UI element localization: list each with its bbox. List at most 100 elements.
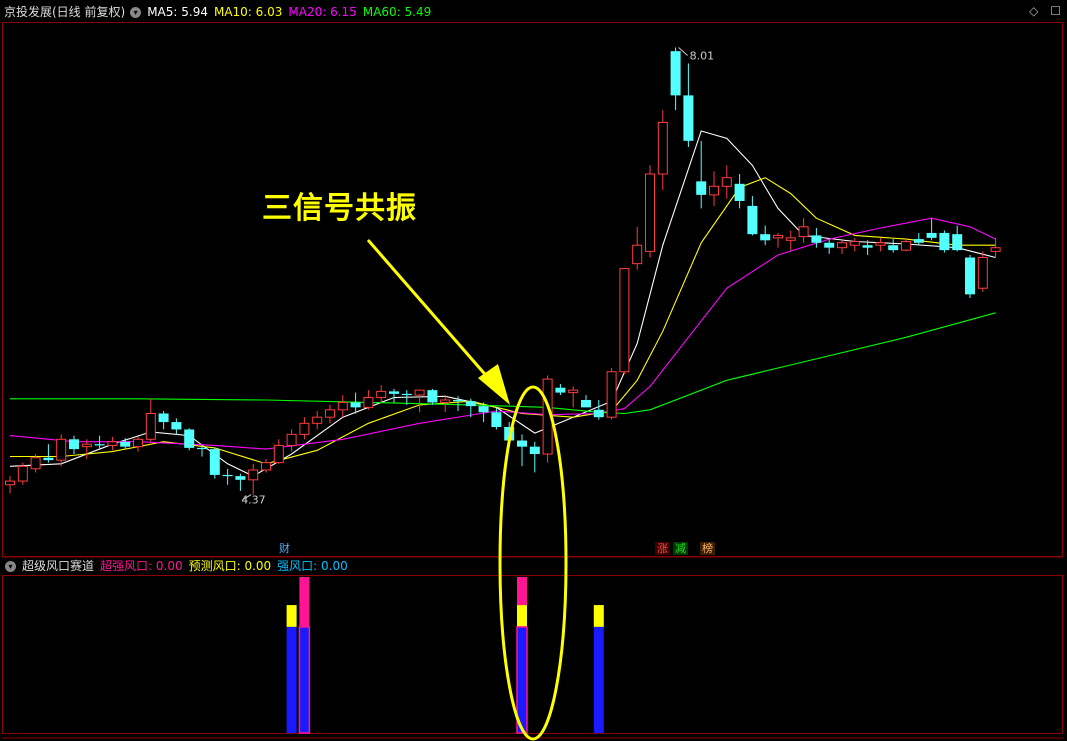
candle-body: [913, 239, 924, 243]
candle-body: [581, 399, 591, 408]
ma60-readout: MA60: 5.49: [362, 5, 432, 19]
signal-ellipse: [498, 385, 568, 741]
candle-body: [901, 241, 911, 251]
candle-body: [849, 241, 860, 246]
candle-body: [952, 234, 963, 251]
candle-body: [670, 51, 681, 96]
indicator-title: 超级风口赛道: [22, 559, 95, 573]
candle-body: [811, 235, 822, 243]
candle-body: [107, 441, 118, 446]
candle-body: [133, 438, 143, 448]
candle-body: [158, 413, 169, 423]
main-panel-frame: [2, 22, 1063, 557]
reduce-badge[interactable]: 减: [673, 542, 688, 555]
candle-body: [145, 412, 156, 440]
list-badge[interactable]: 榜: [700, 542, 715, 555]
candle-body: [81, 443, 92, 448]
indicator-bar-强风口: [299, 626, 310, 733]
candle-body: [785, 237, 796, 241]
candle-body: [273, 444, 284, 464]
candle-body: [965, 257, 975, 295]
chevron-down-icon[interactable]: ▾: [130, 6, 142, 18]
candle-body: [862, 245, 873, 248]
high-price-label: 8.01: [690, 49, 715, 62]
kline-chart[interactable]: 8.01 4.37: [0, 0, 1067, 741]
candle-body: [197, 447, 207, 450]
candle-body: [120, 441, 131, 447]
ma-line-ma10: [10, 177, 996, 465]
candle-body: [171, 422, 182, 430]
candle-body: [184, 429, 195, 448]
candle-body: [619, 268, 630, 373]
predict-readout: 预测风口: 0.00: [188, 559, 272, 573]
candle-body: [465, 401, 476, 407]
ma20-readout: MA20: 6.15: [288, 5, 357, 19]
candle-body: [606, 371, 617, 418]
candle-body: [363, 397, 374, 408]
indicator-bar-超强风口: [517, 577, 527, 606]
candle-body: [824, 242, 835, 248]
candle-body: [888, 245, 899, 251]
chevron-down-icon[interactable]: ▾: [5, 560, 16, 572]
candle-body: [734, 183, 745, 202]
indicator-bar-超强风口: [299, 577, 310, 627]
candle-body: [401, 393, 412, 396]
candle-body: [632, 244, 643, 265]
candle-body: [389, 391, 399, 394]
candle-body: [235, 476, 246, 480]
candle-body: [529, 446, 540, 455]
candle-body: [517, 440, 527, 447]
candle-body: [837, 242, 847, 249]
rise-badge[interactable]: 涨: [655, 542, 670, 555]
candle-body: [337, 401, 348, 411]
indicator-bar-强风口: [593, 626, 604, 733]
indicator-bar-强风口: [286, 626, 297, 733]
candle-body: [875, 242, 886, 246]
super-strong-readout: 超强风口: 0.00: [100, 559, 183, 573]
candle-body: [325, 409, 335, 418]
candle-body: [43, 457, 54, 461]
candle-body: [453, 399, 463, 402]
candle-body: [555, 387, 566, 393]
candle-body: [773, 234, 783, 239]
candle-body: [683, 95, 694, 141]
candle-body: [17, 465, 28, 482]
diamond-icon[interactable]: ◇: [1029, 4, 1038, 18]
candle-body: [478, 406, 489, 413]
candle-body: [491, 412, 502, 428]
main-chart-header: 京投发展(日线 前复权) ▾ MA5: 5.94 MA10: 6.03 MA20…: [4, 3, 437, 21]
candle-body: [5, 480, 15, 486]
candle-body: [939, 232, 950, 251]
arrow-shaft: [366, 239, 492, 381]
candle-body: [414, 389, 425, 396]
candle-body: [747, 205, 758, 235]
indicator-bar-预测风口: [593, 605, 604, 627]
window-controls: ◇ ☐: [1021, 4, 1061, 18]
candle-body: [760, 234, 771, 241]
candle-body: [568, 389, 579, 394]
ma-line-ma20: [9, 217, 996, 450]
indicator-header: ▾ 超级风口赛道 超强风口: 0.00 预测风口: 0.00 强风口: 0.00: [4, 557, 354, 575]
candle-body: [376, 390, 387, 399]
candle-body: [69, 439, 79, 450]
resonance-annotation: 三信号共振: [262, 191, 417, 226]
candle-body: [209, 449, 220, 475]
close-box-icon[interactable]: ☐: [1050, 4, 1061, 18]
candle-body: [696, 181, 707, 195]
candle-body: [350, 402, 361, 408]
ma-line-ma5: [9, 130, 996, 477]
candle-body: [222, 474, 233, 477]
candle-body: [299, 422, 310, 435]
candle-body: [798, 226, 809, 238]
finance-badge[interactable]: 财: [277, 542, 292, 555]
candle-body: [261, 462, 271, 471]
chart-title: 京投发展(日线 前复权): [4, 5, 126, 19]
indicator-bar-预测风口: [286, 605, 297, 627]
candle-body: [427, 390, 438, 403]
ma10-readout: MA10: 6.03: [213, 5, 283, 19]
candle-body: [440, 399, 451, 403]
indicator-bar-预测风口: [517, 605, 527, 627]
candle-body: [56, 438, 67, 461]
strong-readout: 强风口: 0.00: [277, 559, 348, 573]
candle-body: [286, 433, 297, 446]
